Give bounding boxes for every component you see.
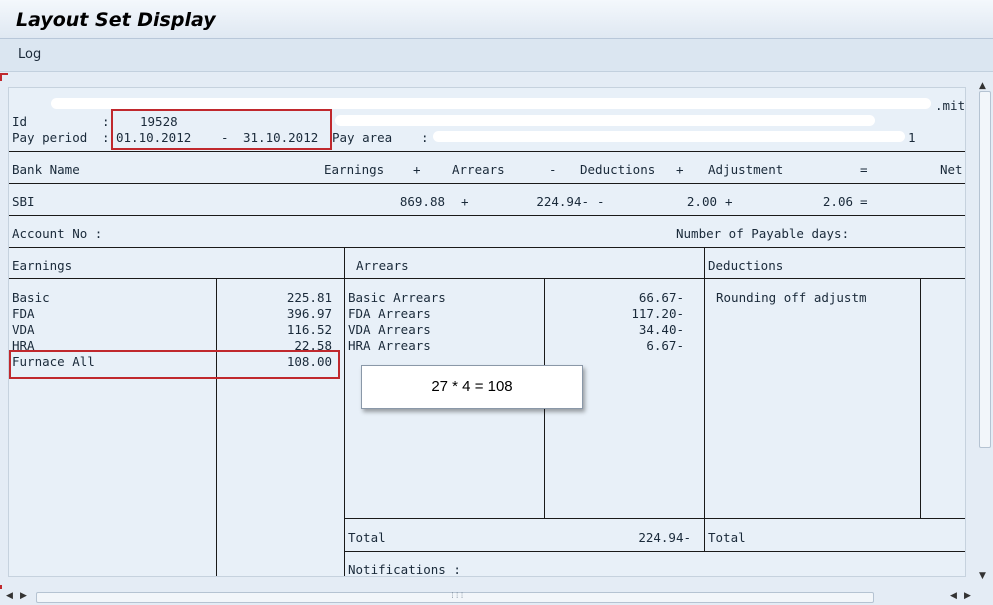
redacted-area	[335, 115, 875, 126]
arrear-name: HRA Arrears	[348, 338, 431, 353]
earning-amount: 116.52	[286, 322, 332, 337]
bank-value: SBI	[12, 194, 35, 209]
divider	[9, 247, 965, 248]
highlight-box-id-period	[111, 109, 332, 150]
divider	[344, 551, 965, 552]
menu-item-log[interactable]: Log	[18, 47, 41, 62]
header-arrears: Arrears	[452, 162, 505, 177]
pay-period-colon: :	[102, 130, 110, 145]
deductions-value: 2.00	[686, 194, 717, 209]
earnings-value: 869.88	[399, 194, 445, 209]
arrears-title: Arrears	[356, 258, 409, 273]
row-minus: -	[597, 194, 605, 209]
header-plus: +	[676, 162, 684, 177]
earning-name: FDA	[12, 306, 35, 321]
divider	[9, 183, 965, 184]
column-divider	[344, 247, 345, 576]
deduction-name: Rounding off adjustm	[716, 290, 867, 305]
deductions-title: Deductions	[708, 258, 784, 273]
pay-area-value: 1	[908, 130, 916, 145]
pay-area-label: Pay area	[332, 130, 393, 145]
highlight-box-furnace	[9, 350, 340, 379]
horizontal-scrollbar[interactable]: ◀ ▶ ⁞⁞⁞ ◀ ▶	[0, 589, 993, 605]
divider	[9, 278, 965, 279]
annotation-callout: 27 * 4 = 108	[361, 365, 583, 409]
scroll-right-icon[interactable]: ▶	[20, 591, 27, 601]
column-divider	[216, 278, 217, 576]
header-net: Net	[940, 162, 963, 177]
column-divider	[920, 278, 921, 518]
header-adjustment: Adjustment	[708, 162, 784, 177]
header-equals: =	[860, 162, 868, 177]
redacted-area	[51, 98, 931, 109]
title-bar: Layout Set Display	[0, 0, 993, 39]
row-equals: =	[860, 194, 868, 209]
row-plus: +	[725, 194, 733, 209]
earnings-title: Earnings	[12, 258, 73, 273]
vertical-scrollbar[interactable]: ▲ ▼	[975, 73, 993, 585]
column-divider	[704, 247, 705, 551]
earning-amount: 396.97	[286, 306, 332, 321]
window-title: Layout Set Display	[16, 9, 216, 31]
scroll-down-icon[interactable]: ▼	[979, 571, 986, 581]
scroll-thumb[interactable]	[979, 91, 991, 448]
arrears-total-label: Total	[348, 530, 386, 545]
earning-name: Basic	[12, 290, 50, 305]
arrear-name: Basic Arrears	[348, 290, 446, 305]
earning-name: VDA	[12, 322, 35, 337]
account-label: Account No :	[12, 226, 103, 241]
scroll-right-icon[interactable]: ▶	[964, 591, 971, 601]
header-bank-name: Bank Name	[12, 162, 80, 177]
id-label: Id	[12, 114, 28, 129]
grip-icon: ⁞⁞⁞	[450, 591, 465, 600]
arrear-amount: 66.67-	[638, 290, 684, 305]
scroll-left-icon[interactable]: ◀	[950, 591, 957, 601]
corner-marker	[0, 73, 8, 81]
arrear-amount: 6.67-	[646, 338, 684, 353]
header-earnings: Earnings	[324, 162, 385, 177]
adjustment-value: 2.06	[822, 194, 853, 209]
divider	[9, 215, 965, 216]
row-plus: +	[461, 194, 469, 209]
layout-set-document: .mit Id : 19528 Pay period : 01.10.2012 …	[8, 87, 966, 577]
arrear-amount: 34.40-	[638, 322, 684, 337]
header-plus: +	[413, 162, 421, 177]
pay-period-label: Pay period	[12, 130, 88, 145]
arrear-name: VDA Arrears	[348, 322, 431, 337]
divider	[344, 518, 965, 519]
scroll-up-icon[interactable]: ▲	[979, 81, 986, 91]
scroll-left-icon[interactable]: ◀	[6, 591, 13, 601]
divider	[9, 151, 965, 152]
arrear-name: FDA Arrears	[348, 306, 431, 321]
header-minus: -	[549, 162, 557, 177]
redacted-suffix: .mit	[935, 98, 966, 113]
menu-bar: Log	[0, 39, 993, 72]
header-deductions: Deductions	[580, 162, 656, 177]
arrears-total-value: 224.94-	[638, 530, 691, 545]
earning-amount: 225.81	[286, 290, 332, 305]
id-colon: :	[102, 114, 110, 129]
arrears-value: 224.94-	[536, 194, 589, 209]
notifications-label: Notifications :	[348, 562, 461, 577]
pay-area-colon: :	[421, 130, 429, 145]
payable-days-label: Number of Payable days:	[676, 226, 850, 241]
arrear-amount: 117.20-	[631, 306, 684, 321]
redacted-area	[433, 131, 905, 142]
deductions-total-label: Total	[708, 530, 746, 545]
